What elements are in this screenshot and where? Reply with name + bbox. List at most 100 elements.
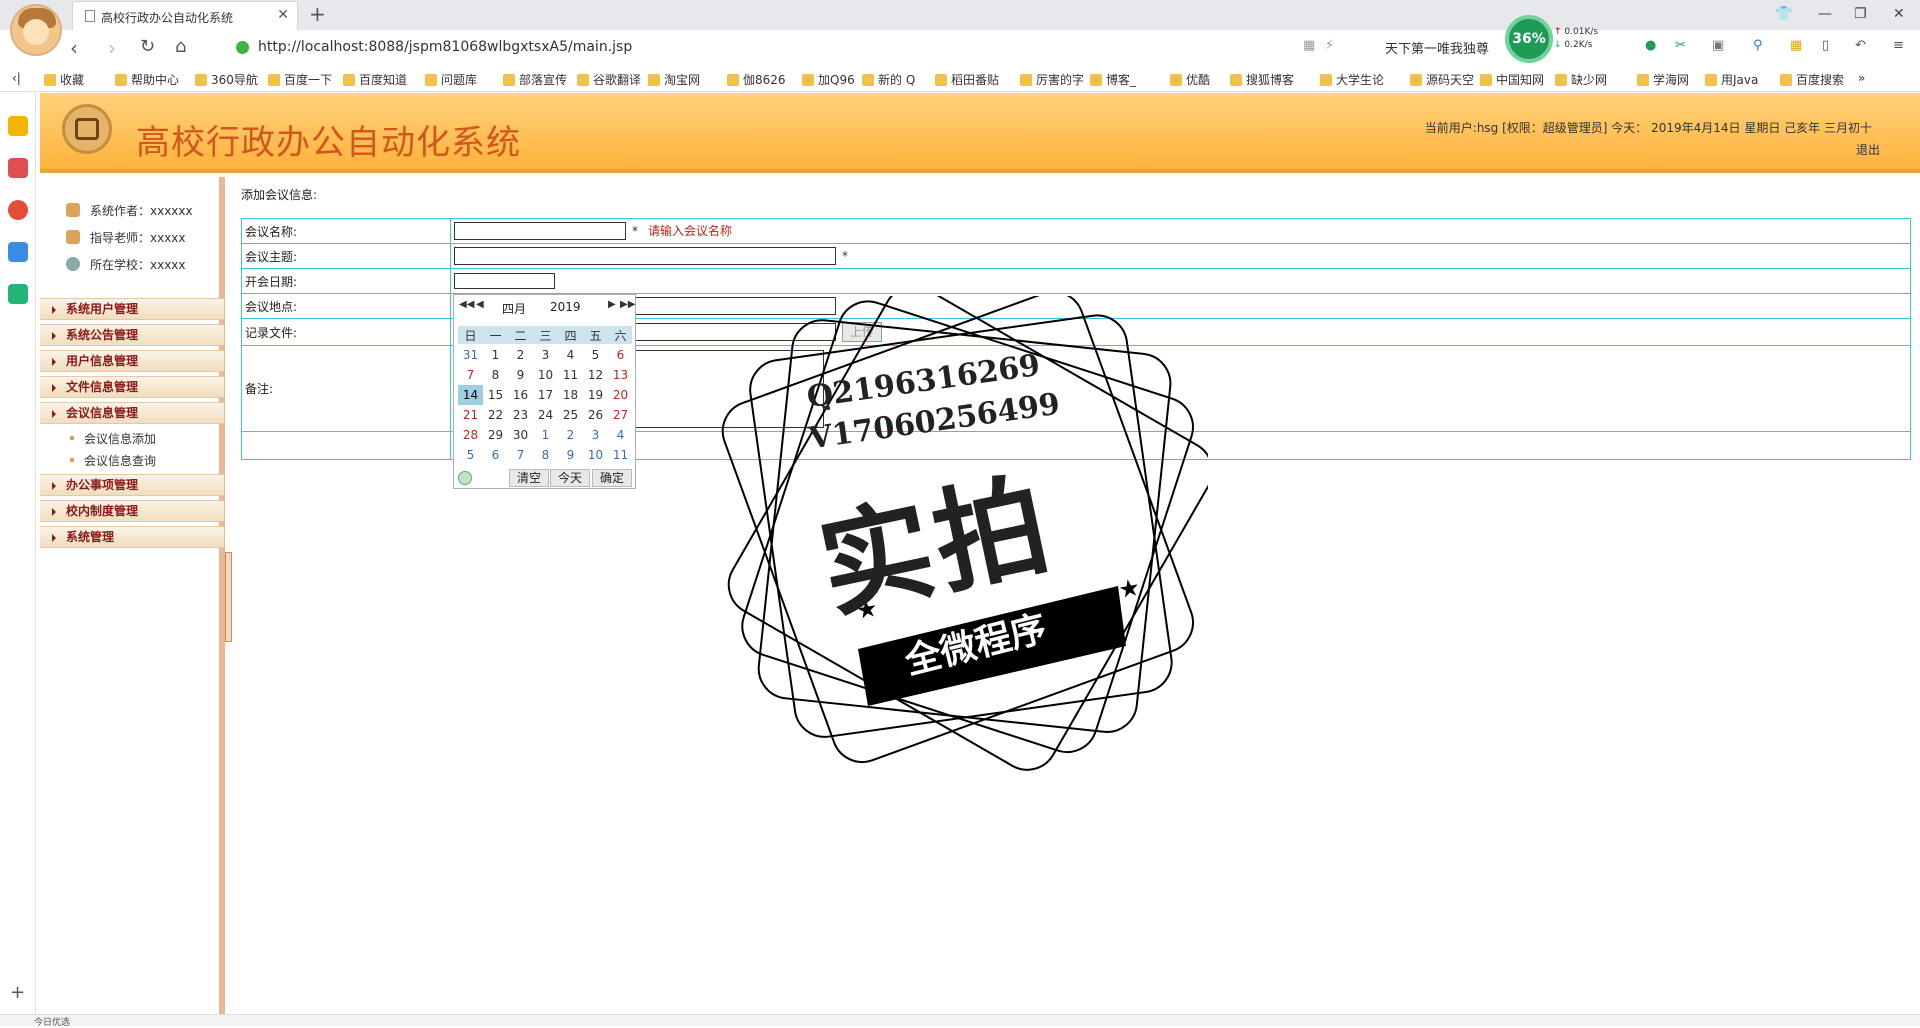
- calendar-day[interactable]: 16: [508, 385, 533, 405]
- favorites-icon[interactable]: [8, 116, 28, 136]
- search-suggestion[interactable]: 天下第一唯我独尊: [1385, 38, 1489, 57]
- bookmark-item[interactable]: 百度搜索: [1780, 71, 1844, 88]
- date-picker-year[interactable]: 2019: [550, 300, 581, 314]
- clear-button[interactable]: 清空: [509, 469, 549, 487]
- new-tab-icon[interactable]: +: [309, 2, 326, 26]
- close-window-icon[interactable]: ✕: [1893, 6, 1905, 22]
- calendar-day[interactable]: 20: [608, 385, 633, 405]
- calendar-day[interactable]: 27: [608, 405, 633, 425]
- bookmark-item[interactable]: 大学生论: [1320, 71, 1384, 88]
- qr-icon[interactable]: ▦: [1303, 38, 1315, 53]
- bookmark-item[interactable]: 360导航: [195, 71, 258, 88]
- bookmark-item[interactable]: 百度一下: [268, 71, 332, 88]
- calendar-day[interactable]: 28: [458, 425, 483, 445]
- scissors-icon[interactable]: ✂: [1675, 38, 1686, 53]
- sidebar-item-system-users[interactable]: 系统用户管理: [40, 298, 224, 320]
- bookmark-item[interactable]: 收藏: [44, 71, 84, 88]
- calendar-day[interactable]: 24: [533, 405, 558, 425]
- bookmark-item[interactable]: 淘宝网: [648, 71, 700, 88]
- calendar-day[interactable]: 1: [483, 345, 508, 365]
- forward-icon[interactable]: ›: [108, 36, 116, 60]
- translate-icon[interactable]: ●: [1645, 38, 1656, 53]
- bookmark-item[interactable]: 博客_: [1090, 71, 1136, 88]
- lightning-icon[interactable]: ⚡: [1325, 38, 1334, 53]
- prev-month-icon[interactable]: ◀: [476, 299, 484, 310]
- bookmark-item[interactable]: 伽8626: [727, 71, 786, 88]
- calendar-day[interactable]: 11: [608, 445, 633, 465]
- calendar-day[interactable]: 12: [583, 365, 608, 385]
- apps-icon[interactable]: ▦: [1790, 38, 1802, 53]
- calendar-day[interactable]: 2: [508, 345, 533, 365]
- calendar-day[interactable]: 10: [533, 365, 558, 385]
- browser-tab[interactable]: 高校行政办公自动化系统 ✕: [72, 1, 298, 30]
- sidebar-item-meetings[interactable]: 会议信息管理: [40, 402, 224, 424]
- user-avatar[interactable]: [10, 4, 62, 56]
- video-icon[interactable]: [8, 284, 28, 304]
- calendar-day[interactable]: 21: [458, 405, 483, 425]
- bookmark-item[interactable]: 谷歌翻译: [577, 71, 641, 88]
- meeting-topic-input[interactable]: [454, 247, 836, 265]
- back-icon[interactable]: ‹: [70, 36, 78, 60]
- calendar-day[interactable]: 22: [483, 405, 508, 425]
- restore-icon[interactable]: ❐: [1854, 6, 1867, 22]
- sidebar-item-regulations[interactable]: 校内制度管理: [40, 500, 224, 522]
- sidebar-subitem-meeting-add[interactable]: 会议信息添加: [69, 430, 156, 447]
- calendar-day[interactable]: 26: [583, 405, 608, 425]
- network-speed-ball[interactable]: 36%: [1505, 15, 1553, 63]
- calendar-day[interactable]: 9: [508, 365, 533, 385]
- bookmark-item[interactable]: 帮助中心: [115, 71, 179, 88]
- sidebar-item-announcements[interactable]: 系统公告管理: [40, 324, 224, 346]
- calendar-day[interactable]: 31: [458, 345, 483, 365]
- bookmark-item[interactable]: 稻田番贴: [935, 71, 999, 88]
- calendar-day[interactable]: 9: [558, 445, 583, 465]
- bookmark-item[interactable]: 厉害的字: [1020, 71, 1084, 88]
- more-bookmarks-icon[interactable]: »: [1858, 71, 1865, 85]
- sidebar-item-office-affairs[interactable]: 办公事项管理: [40, 474, 224, 496]
- next-year-icon[interactable]: ▶▶: [620, 299, 635, 310]
- address-bar[interactable]: http://localhost:8088/jspm81068wlbgxtsxA…: [228, 35, 1313, 61]
- calendar-day[interactable]: 19: [583, 385, 608, 405]
- bookmarks-toggle-icon[interactable]: ‹|: [12, 71, 21, 85]
- bookmark-item[interactable]: 新的 Q: [862, 71, 915, 88]
- calendar-day[interactable]: 7: [508, 445, 533, 465]
- sidebar-item-files[interactable]: 文件信息管理: [40, 376, 224, 398]
- calendar-day[interactable]: 10: [583, 445, 608, 465]
- add-icon[interactable]: +: [10, 982, 25, 1003]
- calendar-day[interactable]: 2: [558, 425, 583, 445]
- minimize-icon[interactable]: —: [1818, 6, 1832, 22]
- calendar-day[interactable]: 15: [483, 385, 508, 405]
- bookmark-item[interactable]: 优酷: [1170, 71, 1210, 88]
- calendar-day[interactable]: 17: [533, 385, 558, 405]
- calendar-day[interactable]: 14: [458, 385, 483, 405]
- search-icon[interactable]: ⚲: [1753, 38, 1763, 53]
- calendar-day[interactable]: 29: [483, 425, 508, 445]
- sidebar-collapse-handle[interactable]: [225, 552, 232, 642]
- undo-icon[interactable]: ↶: [1855, 38, 1866, 53]
- bookmark-item[interactable]: 学海网: [1637, 71, 1689, 88]
- calendar-day[interactable]: 13: [608, 365, 633, 385]
- bookmark-item[interactable]: 搜狐博客: [1230, 71, 1294, 88]
- bookmark-item[interactable]: 中国知网: [1480, 71, 1544, 88]
- home-icon[interactable]: ⌂: [175, 36, 186, 57]
- time-icon[interactable]: [458, 471, 472, 485]
- sidebar-item-user-info[interactable]: 用户信息管理: [40, 350, 224, 372]
- news-icon[interactable]: [8, 158, 28, 178]
- screenshot-icon[interactable]: ▣: [1712, 38, 1724, 53]
- calendar-day[interactable]: 7: [458, 365, 483, 385]
- meeting-date-input[interactable]: [454, 273, 555, 289]
- mail-icon[interactable]: [8, 242, 28, 262]
- date-picker-month[interactable]: 四月: [502, 300, 526, 317]
- logout-link[interactable]: 退出: [1856, 141, 1880, 158]
- sidebar-subitem-meeting-query[interactable]: 会议信息查询: [69, 452, 156, 469]
- calendar-day[interactable]: 5: [583, 345, 608, 365]
- calendar-day[interactable]: 6: [608, 345, 633, 365]
- prev-year-icon[interactable]: ◀◀: [459, 299, 474, 310]
- tablet-icon[interactable]: ▯: [1822, 38, 1829, 53]
- ok-button[interactable]: 确定: [592, 469, 632, 487]
- calendar-day[interactable]: 8: [533, 445, 558, 465]
- calendar-day[interactable]: 30: [508, 425, 533, 445]
- bookmark-item[interactable]: 百度知道: [343, 71, 407, 88]
- calendar-day[interactable]: 4: [558, 345, 583, 365]
- meeting-name-input[interactable]: [454, 222, 626, 241]
- calendar-day[interactable]: 6: [483, 445, 508, 465]
